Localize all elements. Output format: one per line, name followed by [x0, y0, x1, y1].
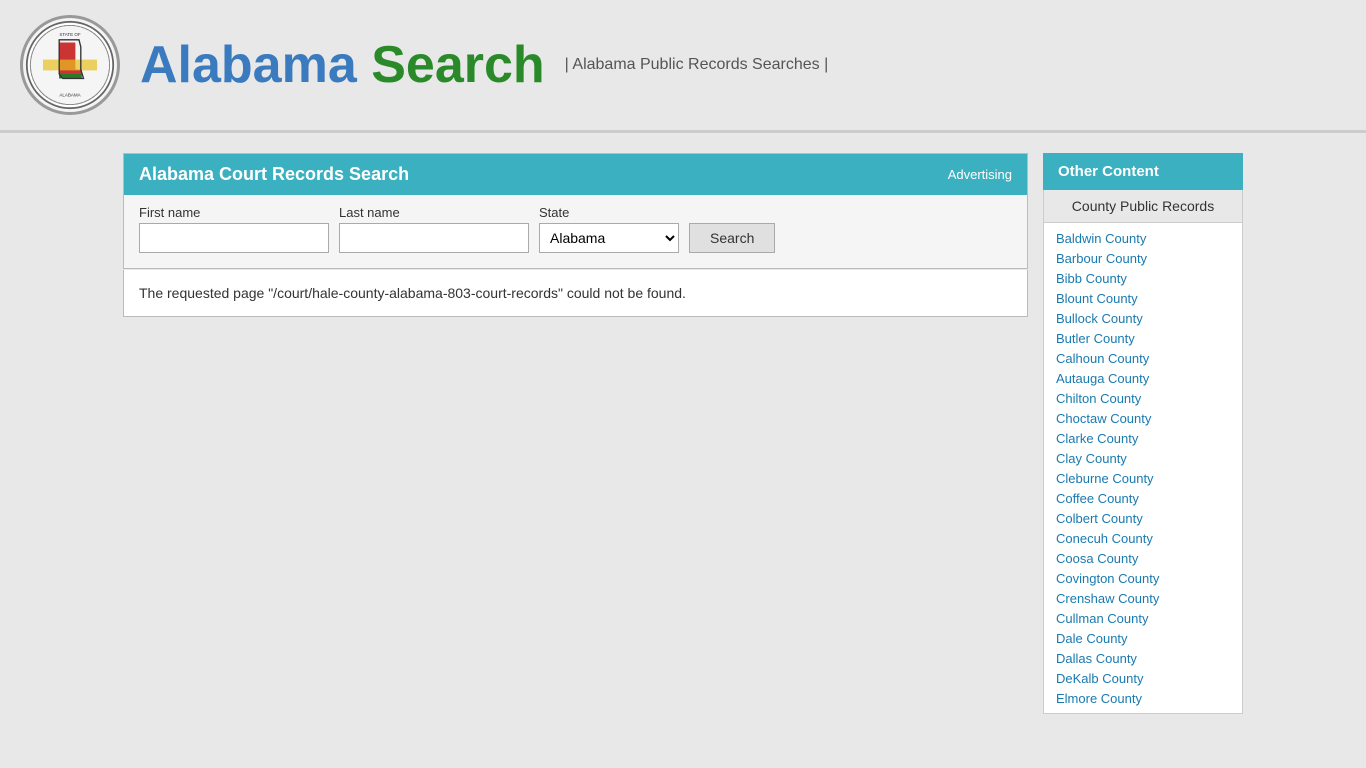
- list-item: Dallas County: [1056, 648, 1230, 668]
- county-link[interactable]: Calhoun County: [1056, 351, 1149, 366]
- list-item: Autauga County: [1056, 368, 1230, 388]
- list-item: Chilton County: [1056, 388, 1230, 408]
- county-link[interactable]: Conecuh County: [1056, 531, 1153, 546]
- list-item: Butler County: [1056, 328, 1230, 348]
- list-item: Barbour County: [1056, 248, 1230, 268]
- form-fields: First name Last name State Alabama Searc…: [139, 205, 1012, 253]
- county-link[interactable]: Dallas County: [1056, 651, 1137, 666]
- svg-text:STATE OF: STATE OF: [59, 32, 81, 37]
- state-select[interactable]: Alabama: [539, 223, 679, 253]
- county-link[interactable]: Dale County: [1056, 631, 1128, 646]
- county-link[interactable]: Covington County: [1056, 571, 1159, 586]
- list-item: Dale County: [1056, 628, 1230, 648]
- county-link[interactable]: Bibb County: [1056, 271, 1127, 286]
- list-item: Colbert County: [1056, 508, 1230, 528]
- list-item: Clarke County: [1056, 428, 1230, 448]
- county-link[interactable]: Chilton County: [1056, 391, 1141, 406]
- list-item: Cleburne County: [1056, 468, 1230, 488]
- list-item: Conecuh County: [1056, 528, 1230, 548]
- svg-text:ALABAMA: ALABAMA: [59, 93, 80, 98]
- last-name-group: Last name: [339, 205, 529, 253]
- state-label: State: [539, 205, 679, 220]
- error-box: The requested page "/court/hale-county-a…: [123, 270, 1028, 317]
- state-group: State Alabama: [539, 205, 679, 253]
- list-item: Coosa County: [1056, 548, 1230, 568]
- list-item: Blount County: [1056, 288, 1230, 308]
- county-link[interactable]: Autauga County: [1056, 371, 1149, 386]
- error-text: The requested page "/court/hale-county-a…: [139, 285, 1012, 301]
- list-item: Baldwin County: [1056, 228, 1230, 248]
- site-subtitle: | Alabama Public Records Searches |: [565, 56, 829, 74]
- county-link[interactable]: Barbour County: [1056, 251, 1147, 266]
- county-records-title: County Public Records: [1044, 190, 1242, 223]
- page-header: STATE OF ALABAMA Alabama Search | Alabam…: [0, 0, 1366, 133]
- list-item: Clay County: [1056, 448, 1230, 468]
- search-box-title: Alabama Court Records Search: [139, 164, 409, 185]
- county-link[interactable]: Baldwin County: [1056, 231, 1146, 246]
- center-content: Alabama Court Records Search Advertising…: [123, 153, 1028, 714]
- county-link[interactable]: Coosa County: [1056, 551, 1138, 566]
- header-title-area: Alabama Search | Alabama Public Records …: [140, 35, 828, 95]
- list-item: Elmore County: [1056, 688, 1230, 708]
- last-name-input[interactable]: [339, 223, 529, 253]
- list-item: Covington County: [1056, 568, 1230, 588]
- county-link[interactable]: Clarke County: [1056, 431, 1138, 446]
- county-records-section: County Public Records Baldwin County Barb…: [1043, 190, 1243, 714]
- county-list: Baldwin County Barbour County Bibb County B…: [1044, 223, 1242, 713]
- search-box-header: Alabama Court Records Search Advertising: [124, 154, 1027, 195]
- county-link[interactable]: Clay County: [1056, 451, 1127, 466]
- list-item: Calhoun County: [1056, 348, 1230, 368]
- site-title: Alabama Search: [140, 35, 545, 95]
- sidebar: Other Content County Public Records Bald…: [1043, 153, 1243, 714]
- sidebar-header: Other Content: [1043, 153, 1243, 190]
- county-link[interactable]: Blount County: [1056, 291, 1138, 306]
- county-link[interactable]: Cullman County: [1056, 611, 1149, 626]
- list-item: Bibb County: [1056, 268, 1230, 288]
- list-item: DeKalb County: [1056, 668, 1230, 688]
- list-item: Coffee County: [1056, 488, 1230, 508]
- title-alabama: Alabama: [140, 36, 357, 94]
- county-link[interactable]: Bullock County: [1056, 311, 1143, 326]
- search-box: Alabama Court Records Search Advertising…: [123, 153, 1028, 269]
- county-link[interactable]: Butler County: [1056, 331, 1135, 346]
- county-link[interactable]: Crenshaw County: [1056, 591, 1159, 606]
- first-name-input[interactable]: [139, 223, 329, 253]
- first-name-label: First name: [139, 205, 329, 220]
- county-link[interactable]: Elmore County: [1056, 691, 1142, 706]
- county-link[interactable]: DeKalb County: [1056, 671, 1143, 686]
- advertising-label: Advertising: [948, 167, 1012, 182]
- list-item: Choctaw County: [1056, 408, 1230, 428]
- main-wrapper: Alabama Court Records Search Advertising…: [113, 153, 1253, 714]
- list-item: Bullock County: [1056, 308, 1230, 328]
- site-logo: STATE OF ALABAMA: [20, 15, 120, 115]
- county-link[interactable]: Coffee County: [1056, 491, 1139, 506]
- county-link[interactable]: Choctaw County: [1056, 411, 1151, 426]
- title-search: Search: [371, 36, 544, 94]
- county-link[interactable]: Colbert County: [1056, 511, 1143, 526]
- county-link[interactable]: Cleburne County: [1056, 471, 1154, 486]
- search-form-area: First name Last name State Alabama Searc…: [124, 195, 1027, 268]
- list-item: Cullman County: [1056, 608, 1230, 628]
- last-name-label: Last name: [339, 205, 529, 220]
- list-item: Crenshaw County: [1056, 588, 1230, 608]
- first-name-group: First name: [139, 205, 329, 253]
- search-button[interactable]: Search: [689, 223, 775, 253]
